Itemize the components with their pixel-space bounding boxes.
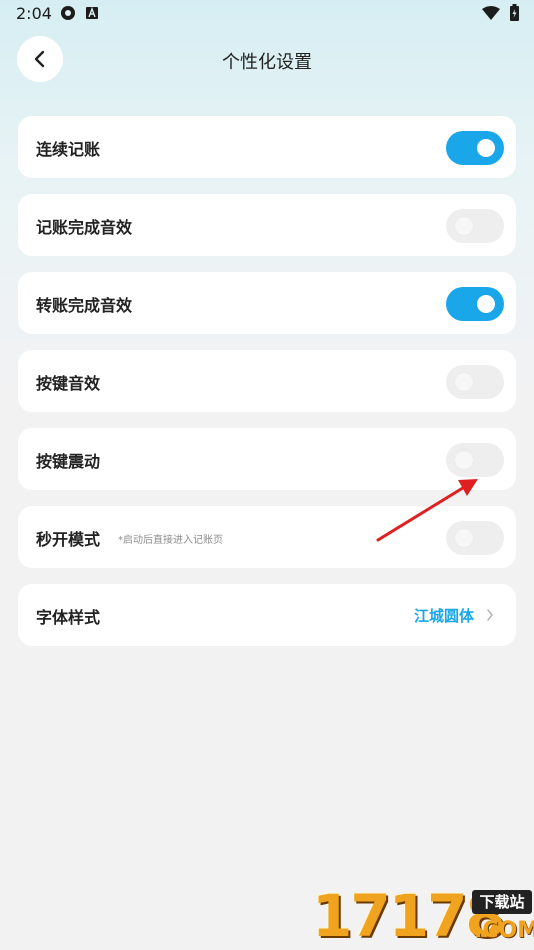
page-title: 个性化设置 bbox=[222, 52, 312, 73]
setting-label: 记账完成音效 bbox=[36, 218, 133, 237]
setting-row-font-style[interactable]: 字体样式 江城圆体 bbox=[18, 584, 516, 646]
setting-hint: *启动后直接进入记账页 bbox=[118, 535, 223, 546]
setting-label: 按键音效 bbox=[36, 374, 101, 393]
toggle-knob bbox=[455, 217, 473, 235]
setting-label: 按键震动 bbox=[36, 452, 101, 471]
setting-row-key-sound: 按键音效 bbox=[18, 350, 516, 412]
font-style-value: 江城圆体 bbox=[413, 607, 474, 625]
toggle-knob bbox=[477, 139, 495, 157]
setting-row-continuous-bookkeeping: 连续记账 bbox=[18, 116, 516, 178]
a-badge-icon bbox=[86, 7, 98, 19]
toggle-knob bbox=[455, 373, 473, 391]
setting-label: 转账完成音效 bbox=[36, 296, 133, 315]
toggle-knob bbox=[477, 295, 495, 313]
wifi-icon bbox=[482, 6, 500, 20]
watermark-suffix: .COM bbox=[474, 918, 534, 943]
annotation-arrow-icon bbox=[376, 479, 478, 542]
chevron-right-icon bbox=[487, 609, 494, 621]
status-bar: 2:04 bbox=[0, 0, 534, 28]
toggle-knob bbox=[455, 451, 473, 469]
setting-label: 秒开模式 bbox=[36, 530, 101, 549]
setting-row-transfer-complete-sound: 转账完成音效 bbox=[18, 272, 516, 334]
header: 个性化设置 bbox=[0, 36, 534, 82]
key-sound-toggle[interactable] bbox=[446, 365, 504, 399]
setting-label: 连续记账 bbox=[36, 140, 101, 159]
watermark-logo: 17178 下载站 .COM bbox=[304, 880, 534, 950]
settings-cog-icon bbox=[61, 6, 75, 20]
setting-label: 字体样式 bbox=[36, 608, 101, 627]
status-time: 2:04 bbox=[16, 4, 52, 23]
watermark-badge: 下载站 bbox=[472, 890, 532, 914]
setting-row-record-complete-sound: 记账完成音效 bbox=[18, 194, 516, 256]
record-complete-sound-toggle[interactable] bbox=[446, 209, 504, 243]
continuous-bookkeeping-toggle[interactable] bbox=[446, 131, 504, 165]
transfer-complete-sound-toggle[interactable] bbox=[446, 287, 504, 321]
battery-icon bbox=[510, 4, 519, 21]
